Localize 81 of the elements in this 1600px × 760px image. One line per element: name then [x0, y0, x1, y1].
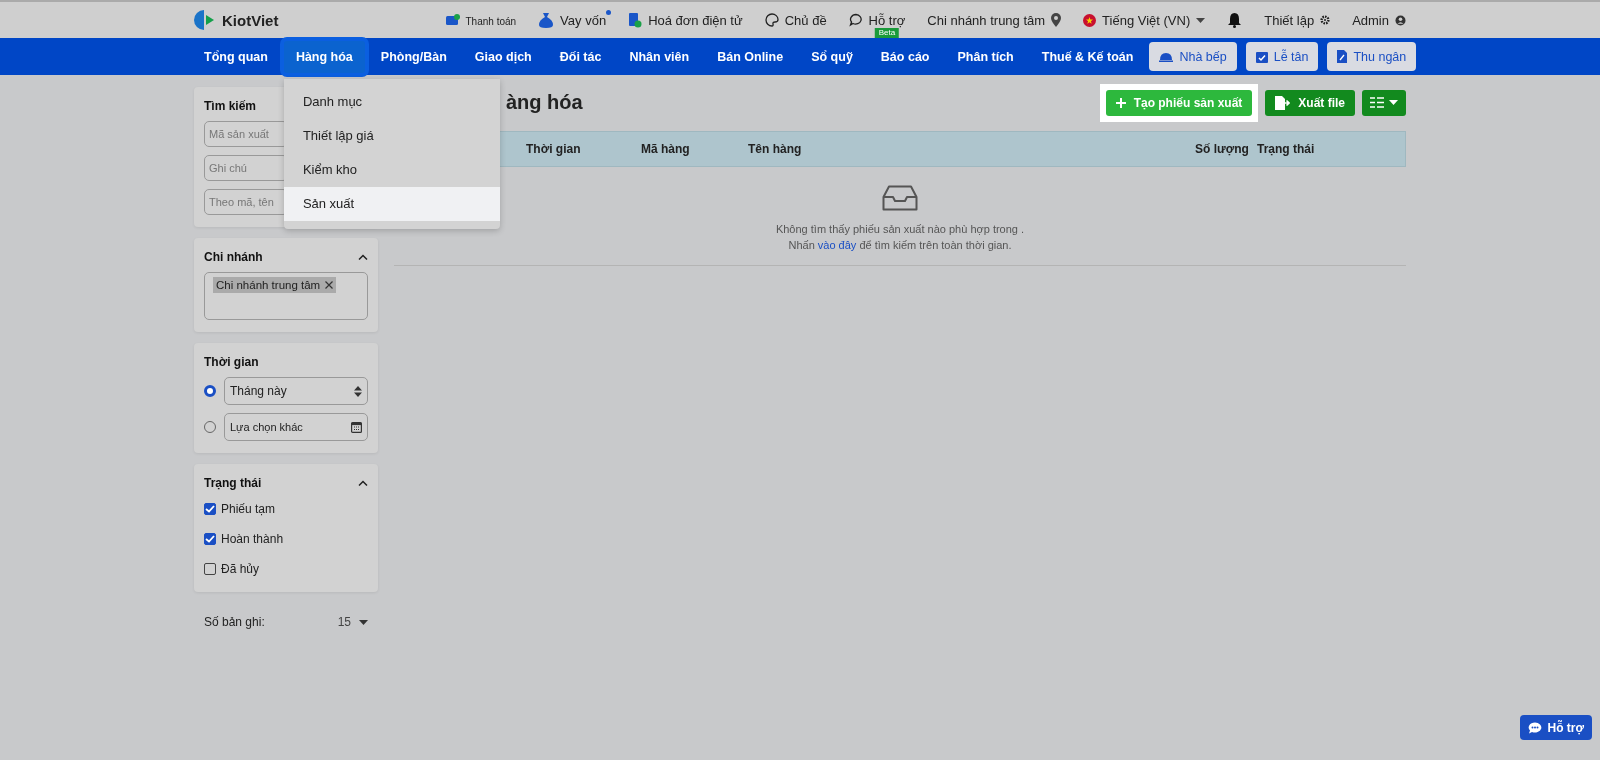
- nav-tab[interactable]: Phân tích: [945, 40, 1026, 73]
- column-header: Tên hàng: [748, 142, 802, 156]
- nav-tab[interactable]: Phòng/Bàn: [368, 40, 459, 73]
- chat-icon: [1528, 721, 1543, 734]
- nav-tab[interactable]: Sổ quỹ: [799, 40, 865, 73]
- help-button[interactable]: Hỗ trợ: [1520, 715, 1592, 740]
- settings-icon: [1320, 15, 1331, 25]
- close-icon[interactable]: [325, 281, 334, 289]
- user-icon: [1395, 14, 1406, 26]
- bell-icon[interactable]: [1227, 12, 1243, 28]
- nav-tab[interactable]: Tổng quan: [194, 40, 280, 73]
- column-header: Mã hàng: [641, 142, 690, 156]
- column-header: Trạng thái: [1257, 142, 1315, 156]
- select-field[interactable]: Tháng này: [224, 377, 368, 405]
- chat-icon: [848, 13, 863, 27]
- panel-title: Chi nhánh: [204, 250, 263, 264]
- menu-item[interactable]: Danh mục: [283, 84, 500, 119]
- wallet-icon: [445, 14, 460, 26]
- date-field[interactable]: Lựa chọn khác: [224, 413, 368, 441]
- menu-item[interactable]: Sản xuất: [283, 186, 500, 221]
- columns-menu-button[interactable]: [1362, 89, 1406, 116]
- checkbox[interactable]: [204, 533, 216, 545]
- inbox-icon: [882, 185, 918, 211]
- settings-link[interactable]: Thiết lập: [1264, 12, 1315, 28]
- checkbox-label: Hoàn thành: [221, 532, 284, 546]
- branch-field[interactable]: Chi nhánh trung tâm: [204, 272, 368, 320]
- palette-icon: [764, 13, 779, 27]
- plus-icon: [1115, 97, 1126, 108]
- records-label: Số bản ghi:: [204, 615, 265, 629]
- header-button[interactable]: Thu ngân: [1327, 42, 1417, 71]
- nav-tab[interactable]: Đối tác: [547, 40, 614, 73]
- column-header: Thời gian: [526, 142, 581, 156]
- checkbox[interactable]: [204, 503, 216, 515]
- header-button[interactable]: Lễ tân: [1245, 42, 1319, 71]
- caret-icon: [359, 619, 368, 625]
- file-export-icon: [1275, 95, 1291, 110]
- search-all-link[interactable]: vào đây: [817, 239, 857, 251]
- nav-tab[interactable]: Bán Online: [705, 40, 796, 73]
- location-pin-icon: [1051, 13, 1062, 27]
- logo-text: KiotViet: [222, 11, 279, 29]
- chevron-icon[interactable]: [358, 254, 368, 260]
- checkbox[interactable]: [204, 563, 216, 575]
- document-icon: [1337, 50, 1348, 63]
- cloche-icon: [1159, 51, 1174, 62]
- nav-tab[interactable]: Giao dịch: [462, 40, 544, 73]
- sort-icon: [354, 385, 362, 397]
- panel-title: Thời gian: [204, 355, 259, 369]
- header-button[interactable]: Nhà bếp: [1149, 42, 1237, 71]
- top-link[interactable]: Vay vốn: [560, 12, 607, 28]
- nav-tab[interactable]: Thuế & Kế toán: [1029, 40, 1146, 73]
- calendar-check-icon: [1255, 50, 1268, 63]
- panel-title: Trạng thái: [204, 476, 262, 490]
- caret-icon: [1196, 17, 1206, 23]
- top-link[interactable]: Chủ đề: [784, 12, 827, 28]
- branch-selector[interactable]: Chi nhánh trung tâm: [927, 12, 1046, 28]
- top-link[interactable]: Hoá đơn điện tử: [648, 12, 743, 28]
- radio-button[interactable]: [204, 385, 216, 397]
- page-title: àng hóa: [506, 91, 583, 114]
- records-count[interactable]: 15: [337, 615, 351, 629]
- top-link[interactable]: Thanh toán: [465, 15, 517, 27]
- checkbox-label: Phiếu tạm: [221, 502, 276, 516]
- beta-tag: Beta: [874, 27, 900, 38]
- nav-tab[interactable]: Báo cáo: [868, 40, 942, 73]
- calendar-icon: [351, 421, 362, 433]
- list-icon: [1370, 97, 1384, 108]
- empty-hint: Nhấn vào đây để tìm kiếm trên toàn thời gian.: [788, 238, 1012, 253]
- flag-icon: [1083, 13, 1097, 27]
- language-selector[interactable]: Tiếng Việt (VN): [1102, 12, 1191, 28]
- panel-title: Tìm kiếm: [204, 99, 257, 113]
- column-header: Số lượng: [1195, 142, 1249, 156]
- empty-message: Không tìm thấy phiếu sản xuất nào phù hợp trong .: [775, 222, 1025, 237]
- logo-icon: [194, 9, 216, 31]
- checkbox-label: Đã hủy: [221, 562, 260, 576]
- money-bag-icon: [538, 11, 555, 29]
- export-button[interactable]: Xuất file: [1265, 89, 1355, 116]
- caret-icon: [1389, 100, 1398, 105]
- chevron-icon[interactable]: [358, 480, 368, 486]
- user-menu[interactable]: Admin: [1352, 12, 1389, 28]
- top-link[interactable]: Hỗ trợ: [868, 12, 906, 28]
- invoice-icon: [628, 12, 643, 28]
- nav-tab[interactable]: Nhân viên: [617, 40, 702, 73]
